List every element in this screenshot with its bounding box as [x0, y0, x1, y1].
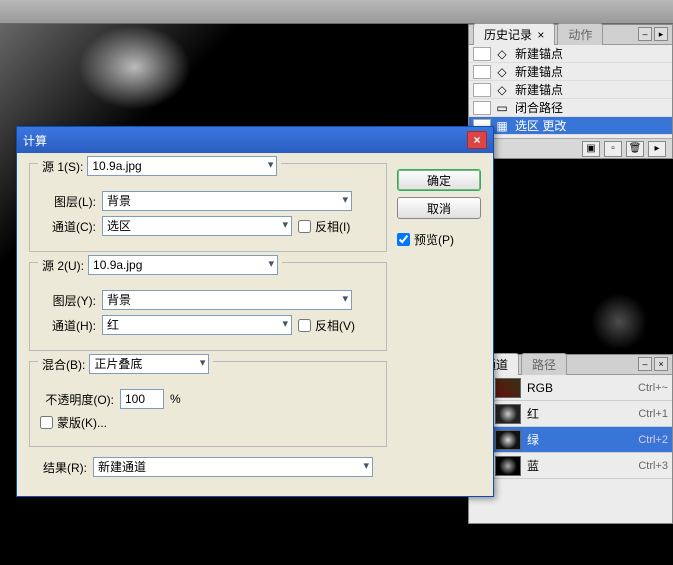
app-toolbar — [0, 0, 673, 24]
channel-shortcut: Ctrl+~ — [638, 382, 668, 394]
channel-shortcut: Ctrl+3 — [638, 460, 668, 472]
cancel-button[interactable]: 取消 — [397, 197, 481, 219]
ok-button-label: 确定 — [427, 172, 451, 189]
channel-name: 蓝 — [527, 457, 638, 474]
channel-thumbnail — [495, 404, 521, 424]
source2-group: 源 2(U): 10.9a.jpg 图层(Y): 背景 通道(H): 红 反相(… — [29, 262, 387, 351]
history-panel-footer: ▣ ▫ 🗑 ▸ — [469, 138, 672, 158]
source2-channel-label: 通道(H): — [40, 317, 96, 334]
ok-button[interactable]: 确定 — [397, 169, 481, 191]
trash-icon[interactable]: 🗑 — [626, 141, 644, 157]
channel-row-red[interactable]: 红 Ctrl+1 — [469, 401, 672, 427]
history-item[interactable]: ▦ 选区 更改 — [469, 117, 672, 135]
panel-menu-icon[interactable]: ▸ — [654, 27, 668, 41]
preview-checkbox[interactable]: 预览(P) — [397, 231, 481, 248]
channel-row-green[interactable]: 绿 Ctrl+2 — [469, 427, 672, 453]
new-snapshot-icon[interactable]: ▣ — [582, 141, 600, 157]
source2-invert-label: 反相(V) — [315, 317, 355, 334]
history-item-label: 闭合路径 — [515, 99, 563, 116]
panel-close-icon[interactable]: × — [654, 357, 668, 371]
source1-invert-label: 反相(I) — [315, 218, 350, 235]
channel-name: 绿 — [527, 431, 638, 448]
selection-icon: ▦ — [495, 119, 509, 133]
channel-thumbnail — [495, 430, 521, 450]
source1-layer-select[interactable]: 背景 — [102, 191, 352, 211]
source2-label: 源 2(U): — [42, 257, 84, 274]
tab-history-label: 历史记录 — [484, 28, 532, 42]
blend-label: 混合(B): — [42, 356, 85, 373]
history-item-label: 新建锚点 — [515, 45, 563, 62]
result-label: 结果(R): — [29, 459, 87, 476]
mask-input[interactable] — [40, 416, 53, 429]
new-document-icon[interactable]: ▫ — [604, 141, 622, 157]
dialog-close-button[interactable]: × — [467, 131, 487, 149]
tab-paths[interactable]: 路径 — [521, 353, 567, 375]
source1-label: 源 1(S): — [42, 158, 83, 175]
source2-invert-input[interactable] — [298, 319, 311, 332]
channel-name: RGB — [527, 381, 638, 395]
history-visibility-box[interactable] — [473, 101, 491, 115]
source2-layer-label: 图层(Y): — [40, 292, 96, 309]
channel-thumbnail — [495, 456, 521, 476]
result-select[interactable]: 新建通道 — [93, 457, 373, 477]
source1-invert-input[interactable] — [298, 220, 311, 233]
preview-label: 预览(P) — [414, 231, 454, 248]
anchor-icon: ◇ — [495, 47, 509, 61]
source1-layer-label: 图层(L): — [40, 193, 96, 210]
source2-file-select[interactable]: 10.9a.jpg — [88, 255, 278, 275]
source2-layer-select[interactable]: 背景 — [102, 290, 352, 310]
history-item[interactable]: ◇ 新建锚点 — [469, 63, 672, 81]
mask-label: 蒙版(K)... — [57, 414, 107, 431]
preview-input[interactable] — [397, 233, 410, 246]
history-item[interactable]: ▭ 闭合路径 — [469, 99, 672, 117]
calculations-dialog: 计算 × 源 1(S): 10.9a.jpg 图层(L): 背景 通道(C): … — [16, 126, 494, 497]
history-visibility-box[interactable] — [473, 47, 491, 61]
percent-label: % — [170, 392, 181, 406]
dialog-body: 源 1(S): 10.9a.jpg 图层(L): 背景 通道(C): 选区 反相… — [17, 153, 493, 496]
tab-history[interactable]: 历史记录 × — [473, 23, 555, 45]
panel-menu-icon[interactable]: ▸ — [648, 141, 666, 157]
channels-panel: 通道 路径 – × RGB Ctrl+~ 红 Ctrl+1 绿 Ctrl+2 — [468, 354, 673, 524]
history-panel-tabs: 历史记录 × 动作 – ▸ — [469, 25, 672, 45]
tab-actions[interactable]: 动作 — [557, 23, 603, 45]
history-item[interactable]: ◇ 新建锚点 — [469, 45, 672, 63]
channel-shortcut: Ctrl+2 — [638, 434, 668, 446]
opacity-label: 不透明度(O): — [40, 391, 114, 408]
opacity-input[interactable] — [120, 389, 164, 409]
history-list: ◇ 新建锚点 ◇ 新建锚点 ◇ 新建锚点 ▭ 闭合路径 ▦ 选区 更改 — [469, 45, 672, 135]
history-item-label: 选区 更改 — [515, 117, 566, 134]
close-path-icon: ▭ — [495, 101, 509, 115]
channel-row-rgb[interactable]: RGB Ctrl+~ — [469, 375, 672, 401]
mask-checkbox[interactable]: 蒙版(K)... — [40, 414, 107, 431]
blend-mode-select[interactable]: 正片叠底 — [89, 354, 209, 374]
panel-minimize-icon[interactable]: – — [638, 357, 652, 371]
channel-thumbnail — [495, 378, 521, 398]
blend-group: 混合(B): 正片叠底 不透明度(O): % 蒙版(K)... — [29, 361, 387, 447]
anchor-icon: ◇ — [495, 83, 509, 97]
history-visibility-box[interactable] — [473, 83, 491, 97]
channel-name: 红 — [527, 405, 638, 422]
history-visibility-box[interactable] — [473, 65, 491, 79]
channels-panel-tabs: 通道 路径 – × — [469, 355, 672, 375]
channels-list: RGB Ctrl+~ 红 Ctrl+1 绿 Ctrl+2 蓝 Ctrl+3 — [469, 375, 672, 479]
source2-channel-select[interactable]: 红 — [102, 315, 292, 335]
channel-shortcut: Ctrl+1 — [638, 408, 668, 420]
dialog-title-text: 计算 — [23, 132, 47, 149]
history-item-label: 新建锚点 — [515, 63, 563, 80]
history-item-label: 新建锚点 — [515, 81, 563, 98]
history-panel: 历史记录 × 动作 – ▸ ◇ 新建锚点 ◇ 新建锚点 ◇ 新建锚点 ▭ 闭合路… — [468, 24, 673, 159]
panel-minimize-icon[interactable]: – — [638, 27, 652, 41]
history-item[interactable]: ◇ 新建锚点 — [469, 81, 672, 99]
source1-channel-label: 通道(C): — [40, 218, 96, 235]
source1-invert-checkbox[interactable]: 反相(I) — [298, 218, 350, 235]
source1-channel-select[interactable]: 选区 — [102, 216, 292, 236]
anchor-icon: ◇ — [495, 65, 509, 79]
tab-history-close[interactable]: × — [537, 28, 544, 42]
channel-row-blue[interactable]: 蓝 Ctrl+3 — [469, 453, 672, 479]
source1-group: 源 1(S): 10.9a.jpg 图层(L): 背景 通道(C): 选区 反相… — [29, 163, 387, 252]
source2-invert-checkbox[interactable]: 反相(V) — [298, 317, 355, 334]
source1-file-select[interactable]: 10.9a.jpg — [87, 156, 277, 176]
dialog-titlebar[interactable]: 计算 × — [17, 127, 493, 153]
cancel-button-label: 取消 — [427, 200, 451, 217]
